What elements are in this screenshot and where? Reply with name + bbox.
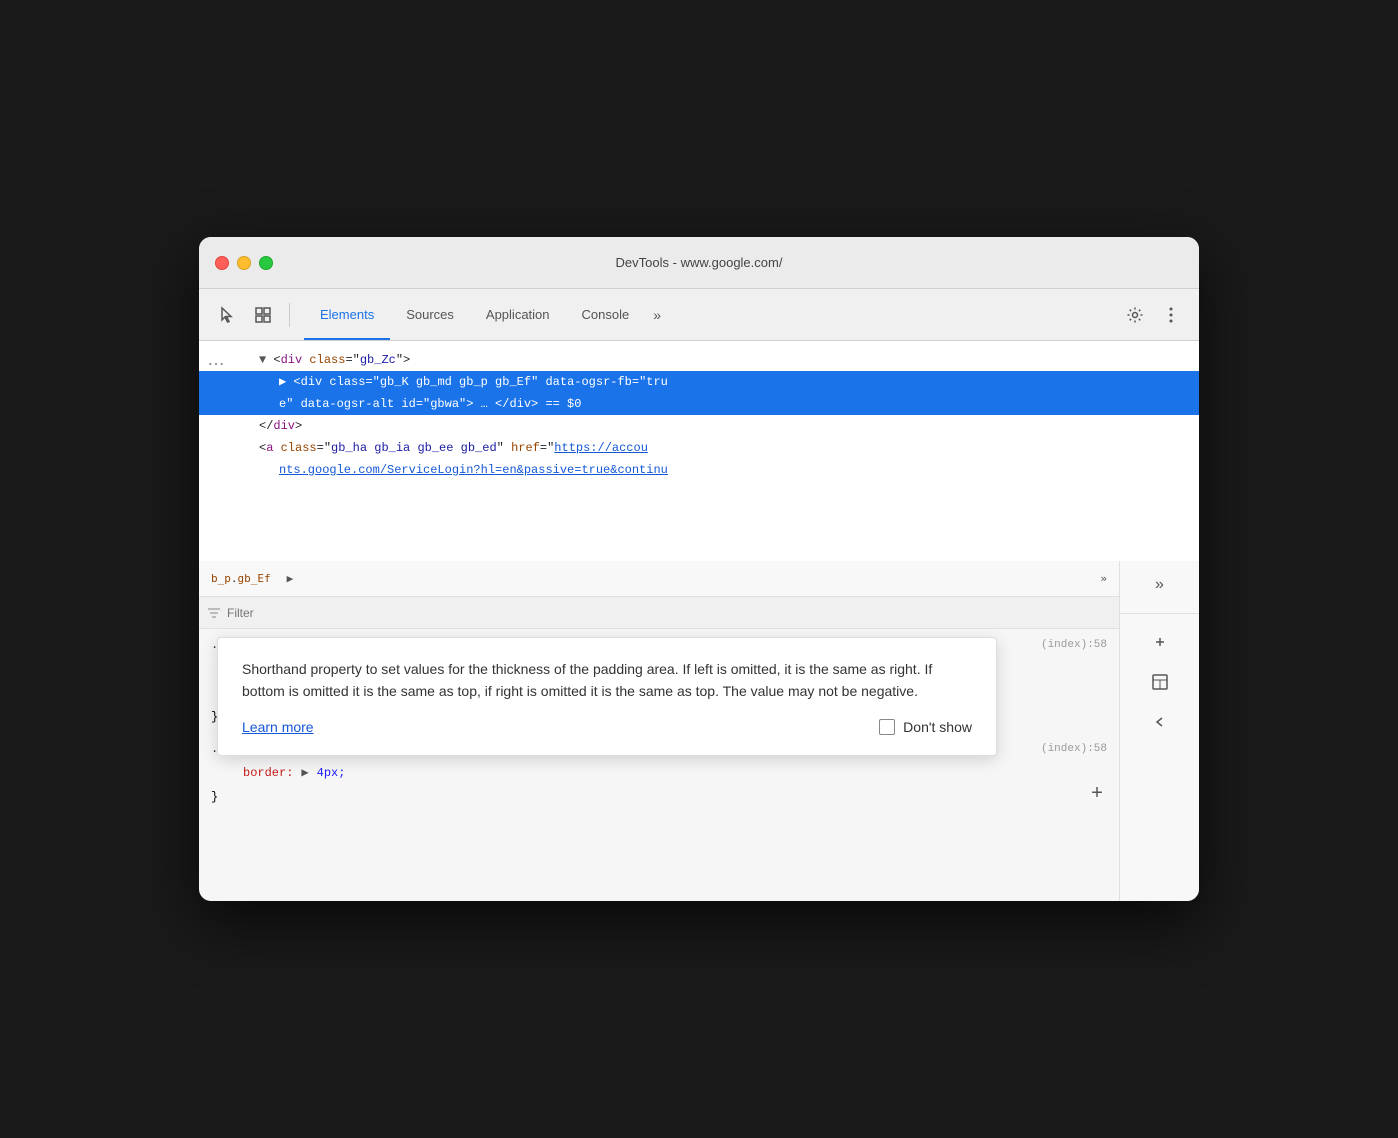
title-bar: DevTools - www.google.com/ <box>199 237 1199 289</box>
cursor-icon <box>218 306 236 324</box>
more-icon <box>1169 306 1173 324</box>
add-rule-button[interactable]: + <box>1091 785 1103 805</box>
html-line-4[interactable]: </div> <box>199 415 1199 437</box>
header-chevrons[interactable]: » <box>1100 572 1107 585</box>
right-panel-chevrons[interactable]: » <box>1144 569 1176 601</box>
styles-header-right: » <box>1100 572 1107 585</box>
tab-console[interactable]: Console <box>566 289 646 340</box>
tabs-container: Elements Sources Application Console » <box>304 289 1115 340</box>
html-line-2-selected[interactable]: ▶ <div class="gb_K gb_md gb_p gb_Ef" dat… <box>199 371 1199 393</box>
tooltip-footer: Learn more Don't show <box>242 719 972 735</box>
html-line-6: nts.google.com/ServiceLogin?hl=en&passiv… <box>199 459 1199 481</box>
learn-more-link[interactable]: Learn more <box>242 719 314 735</box>
right-panel-divider <box>1120 613 1199 614</box>
gear-icon <box>1126 306 1144 324</box>
tooltip: Shorthand property to set values for the… <box>217 637 997 756</box>
html-line-1[interactable]: ▼ <div class="gb_Zc"> <box>199 349 1199 371</box>
toolbar: Elements Sources Application Console » <box>199 289 1199 341</box>
traffic-lights <box>215 256 273 270</box>
filter-input[interactable] <box>227 606 1111 620</box>
toolbar-divider <box>289 303 290 327</box>
tab-sources[interactable]: Sources <box>390 289 470 340</box>
bottom-panel: b_p.gb_Ef ▶ » Shorthand property <box>199 561 1199 901</box>
styles-right-panel: » <box>1119 561 1199 901</box>
plus-circle-icon <box>1151 633 1169 651</box>
breadcrumb-expand[interactable]: ▶ <box>287 572 294 585</box>
inspect-icon <box>254 306 272 324</box>
dont-show-checkbox[interactable] <box>879 719 895 735</box>
devtools-window: DevTools - www.google.com/ Elements Sour… <box>199 237 1199 901</box>
more-tabs-button[interactable]: » <box>645 289 669 340</box>
layout-icon <box>1151 673 1169 691</box>
filter-row <box>199 597 1119 629</box>
html-line-3-selected[interactable]: e" data-ogsr-alt id="gbwa"> … </div> == … <box>199 393 1199 415</box>
toggle-panel-button[interactable] <box>1144 706 1176 738</box>
tab-elements[interactable]: Elements <box>304 289 390 340</box>
breadcrumb-text: b_p.gb_Ef <box>211 572 271 585</box>
border-expand-icon[interactable]: ▶ <box>301 763 308 783</box>
dont-show-label: Don't show <box>903 719 972 735</box>
minimize-button[interactable] <box>237 256 251 270</box>
tooltip-text: Shorthand property to set values for the… <box>242 658 972 703</box>
dont-show-container: Don't show <box>879 719 972 735</box>
css-prop-border[interactable]: border: ▶ 4px; <box>199 761 1119 785</box>
computed-styles-button[interactable] <box>1144 666 1176 698</box>
add-style-rule-button[interactable] <box>1144 626 1176 658</box>
styles-header: b_p.gb_Ef ▶ » <box>199 561 1119 597</box>
window-title: DevTools - www.google.com/ <box>616 255 783 270</box>
toolbar-right <box>1119 299 1187 331</box>
inspect-icon-btn[interactable] <box>247 299 279 331</box>
maximize-button[interactable] <box>259 256 273 270</box>
toggle-icon <box>1151 713 1169 731</box>
html-line-5[interactable]: <a class="gb_ha gb_ia gb_ee gb_ed" href=… <box>199 437 1199 459</box>
close-button[interactable] <box>215 256 229 270</box>
panel-dots[interactable]: … <box>207 349 225 370</box>
css-closing-2: } + <box>199 785 1119 809</box>
elements-panel: … ▼ <div class="gb_Zc"> ▶ <div class="gb… <box>199 341 1199 561</box>
settings-button[interactable] <box>1119 299 1151 331</box>
styles-area: b_p.gb_Ef ▶ » Shorthand property <box>199 561 1119 901</box>
tab-application[interactable]: Application <box>470 289 566 340</box>
cursor-icon-btn[interactable] <box>211 299 243 331</box>
filter-icon <box>207 606 221 620</box>
more-options-button[interactable] <box>1155 299 1187 331</box>
